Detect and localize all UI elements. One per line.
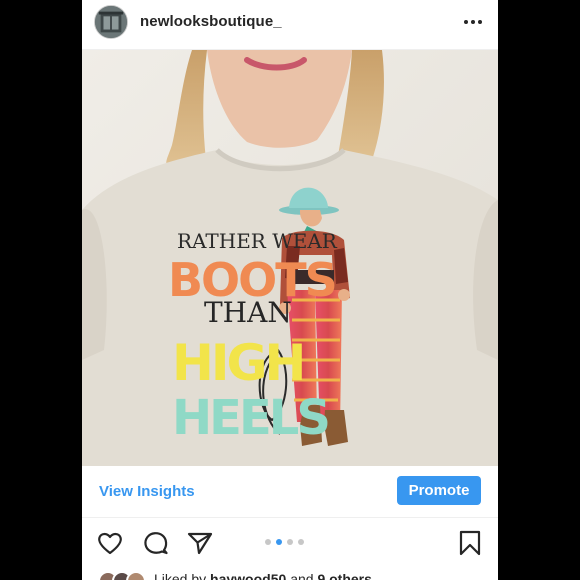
post-actions xyxy=(82,518,498,568)
liked-joiner: and xyxy=(290,571,314,580)
comment-icon[interactable] xyxy=(142,529,170,557)
liked-by-row: Liked by haywood50 and 9 others xyxy=(82,568,498,580)
carousel-dot xyxy=(287,539,293,545)
avatar xyxy=(126,571,146,580)
liked-others[interactable]: 9 others xyxy=(317,571,371,580)
bookmark-icon[interactable] xyxy=(456,529,484,557)
print-line-4: HIGH xyxy=(172,334,303,392)
profile-avatar[interactable] xyxy=(94,5,128,39)
print-line-5: HEELS xyxy=(172,390,328,446)
instagram-post: newlooksboutique_ RATHER WEAR BOOTS THAN… xyxy=(82,0,498,580)
print-line-1: RATHER WEAR xyxy=(177,229,338,253)
post-photo[interactable]: RATHER WEAR BOOTS THAN HIGH HEELS xyxy=(82,50,498,466)
carousel-indicator xyxy=(265,539,304,545)
carousel-dot xyxy=(298,539,304,545)
post-username[interactable]: newlooksboutique_ xyxy=(140,13,282,30)
heart-icon[interactable] xyxy=(96,529,124,557)
liked-user[interactable]: haywood50 xyxy=(210,571,286,580)
view-insights-link[interactable]: View Insights xyxy=(99,483,195,500)
promote-button[interactable]: Promote xyxy=(397,476,481,505)
print-line-3: THAN xyxy=(204,296,292,329)
more-options-icon[interactable] xyxy=(462,12,484,32)
liked-prefix: Liked by xyxy=(154,571,207,580)
insights-bar: View Insights Promote xyxy=(82,466,498,518)
carousel-dot xyxy=(265,539,271,545)
post-header: newlooksboutique_ xyxy=(82,0,498,50)
liked-by-text[interactable]: Liked by haywood50 and 9 others xyxy=(154,571,372,580)
send-icon[interactable] xyxy=(186,529,214,557)
carousel-dot-active xyxy=(276,539,282,545)
liker-avatars[interactable] xyxy=(98,571,150,580)
